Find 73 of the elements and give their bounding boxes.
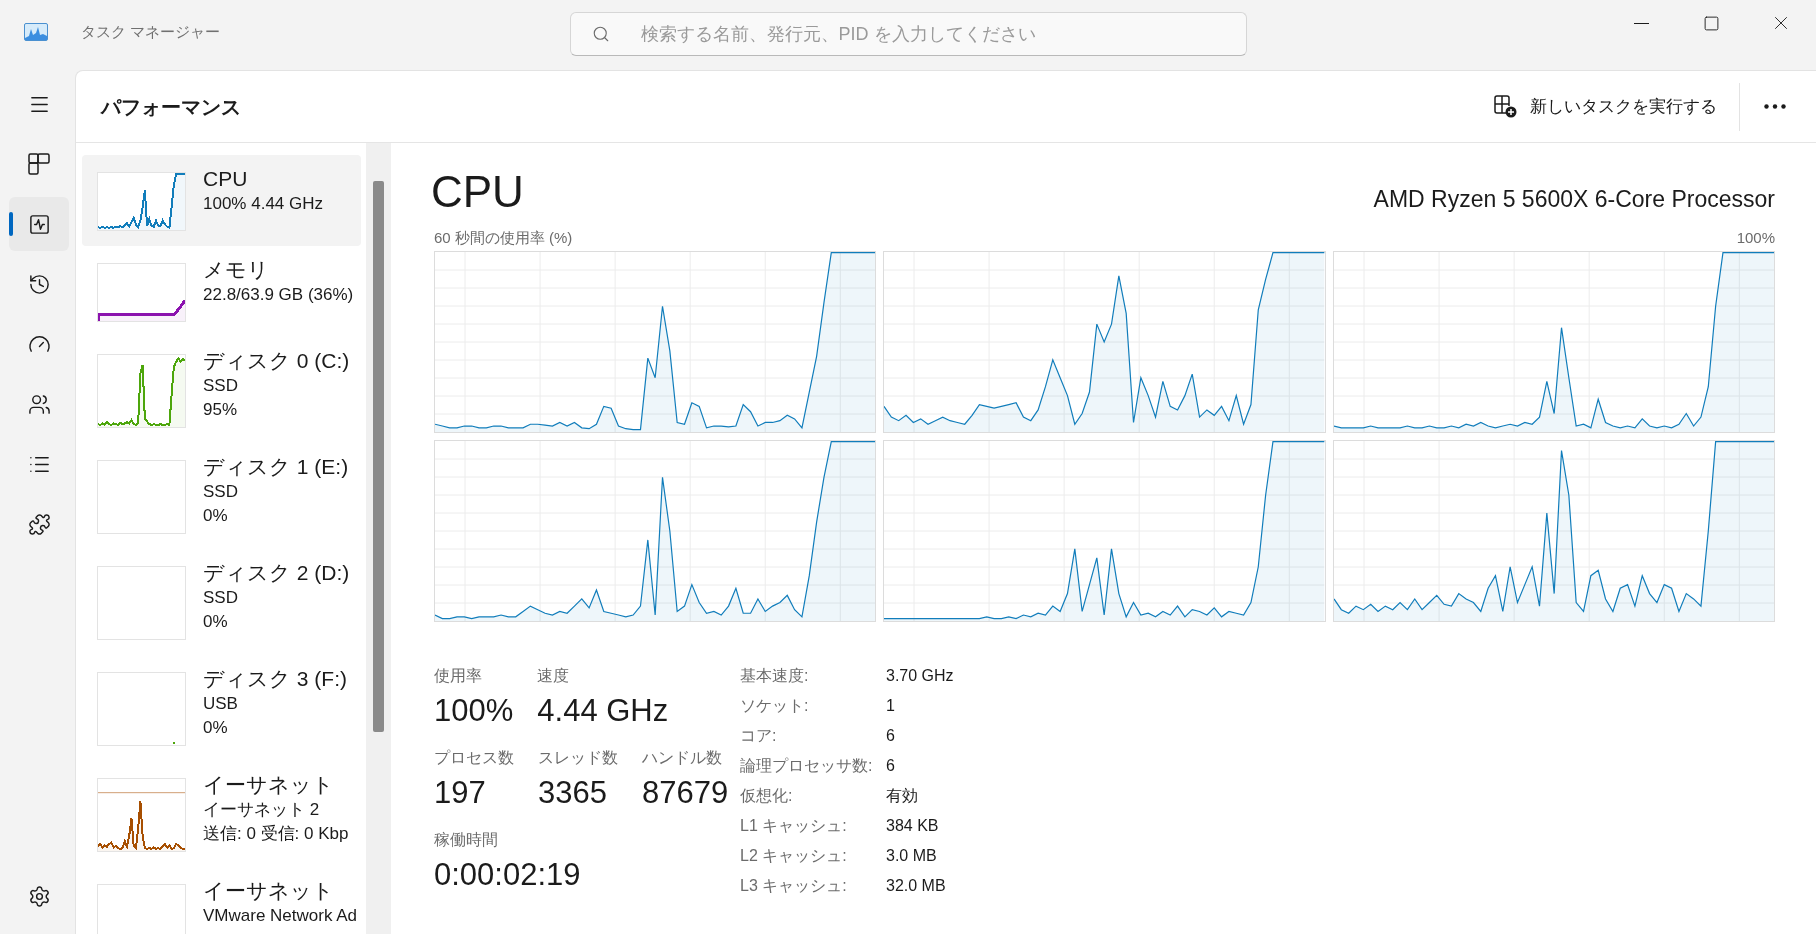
resource-name: CPU: [203, 166, 248, 192]
stat-label: スレッド数: [538, 748, 618, 768]
stat-label: プロセス数: [434, 748, 514, 768]
spec-label: L2 キャッシュ:: [740, 846, 847, 866]
search-icon: [591, 25, 610, 43]
minimize-icon: [1633, 22, 1649, 24]
maximize-icon: [1702, 14, 1720, 32]
resource-detail: イーサネット 2: [203, 799, 320, 821]
stat-value: 3365: [538, 774, 607, 812]
settings-icon: [27, 884, 51, 908]
history-icon: [27, 272, 51, 296]
new-window-icon: [1494, 95, 1517, 118]
resource-name: メモリ: [203, 257, 269, 283]
resource-name: ディスク 3 (F:): [203, 666, 347, 692]
resource-name: ディスク 1 (E:): [203, 454, 349, 480]
resource-name: イーサネット: [203, 772, 334, 798]
spec-label: L3 キャッシュ:: [740, 876, 847, 896]
processor-model: AMD Ryzen 5 5600X 6-Core Processor: [1373, 185, 1775, 214]
spec-value: 384 KB: [886, 816, 939, 836]
spec-label: L1 キャッシュ:: [740, 816, 847, 836]
stat-value: 4.44 GHz: [537, 692, 669, 730]
spec-label: 基本速度:: [740, 666, 809, 686]
resource-detail: USB: [203, 693, 238, 715]
spec-value: 3.70 GHz: [886, 666, 954, 686]
stat-label: 稼働時間: [434, 830, 498, 850]
app-logo-icon: [24, 23, 48, 41]
spec-value: 1: [886, 696, 895, 716]
stat-value: 100%: [434, 692, 514, 730]
resource-name: イーサネット: [203, 878, 334, 904]
search-field[interactable]: 検索する名前、発行元、PID を入力してください: [569, 12, 1247, 56]
puzzle-icon: [27, 512, 51, 536]
graph-caption: 60 秒間の使用率 (%): [434, 228, 573, 248]
scrollbar-thumb[interactable]: [373, 181, 384, 732]
resource-detail: 送信: 0 受信: 0 Kbp: [203, 823, 349, 845]
resource-name: ディスク 2 (D:): [203, 560, 350, 586]
page-title: パフォーマンス: [101, 94, 241, 120]
spec-value: 32.0 MB: [886, 876, 946, 896]
resource-detail: 95%: [203, 399, 238, 421]
users-icon: [27, 392, 51, 416]
resource-detail: 0%: [203, 611, 228, 633]
stat-value: 0:00:02:19: [434, 856, 581, 894]
resource-detail: SSD: [203, 481, 238, 503]
selection-indicator: [9, 212, 13, 236]
resource-detail: 22.8/63.9 GB (36%): [203, 284, 354, 306]
activity-icon: [27, 212, 51, 236]
resource-detail: SSD: [203, 375, 238, 397]
new-task-button[interactable]: 新しいタスクを実行する: [1481, 84, 1729, 129]
spec-value: 6: [886, 726, 895, 746]
spec-label: 論理プロセッサ数:: [740, 756, 873, 776]
grid-icon: [28, 153, 50, 175]
stat-value: 197: [434, 774, 486, 812]
spec-value: 有効: [886, 786, 918, 806]
resource-detail: 100% 4.44 GHz: [203, 193, 323, 215]
resource-detail: 0%: [203, 717, 228, 739]
resource-list-item[interactable]: CPU 100% 4.44 GHz: [82, 155, 361, 246]
resource-heading: CPU: [431, 166, 524, 218]
spec-value: 3.0 MB: [886, 846, 937, 866]
spec-label: コア:: [740, 726, 777, 746]
window-title: タスク マネージャー: [81, 21, 221, 42]
nav-button[interactable]: [9, 197, 69, 251]
spec-label: 仮想化:: [740, 786, 793, 806]
resource-detail: VMware Network Ad: [203, 905, 357, 927]
resource-name: ディスク 0 (C:): [203, 348, 350, 374]
stat-label: 使用率: [434, 666, 482, 686]
stat-label: 速度: [537, 666, 570, 686]
spec-value: 6: [886, 756, 895, 776]
stat-value: 87679: [642, 774, 729, 812]
resource-detail: SSD: [203, 587, 238, 609]
resource-detail: 0%: [203, 505, 228, 527]
graph-max-label: 100%: [1736, 228, 1775, 248]
spec-label: ソケット:: [740, 696, 809, 716]
more-icon: [1764, 104, 1786, 109]
stat-label: ハンドル数: [642, 748, 722, 768]
